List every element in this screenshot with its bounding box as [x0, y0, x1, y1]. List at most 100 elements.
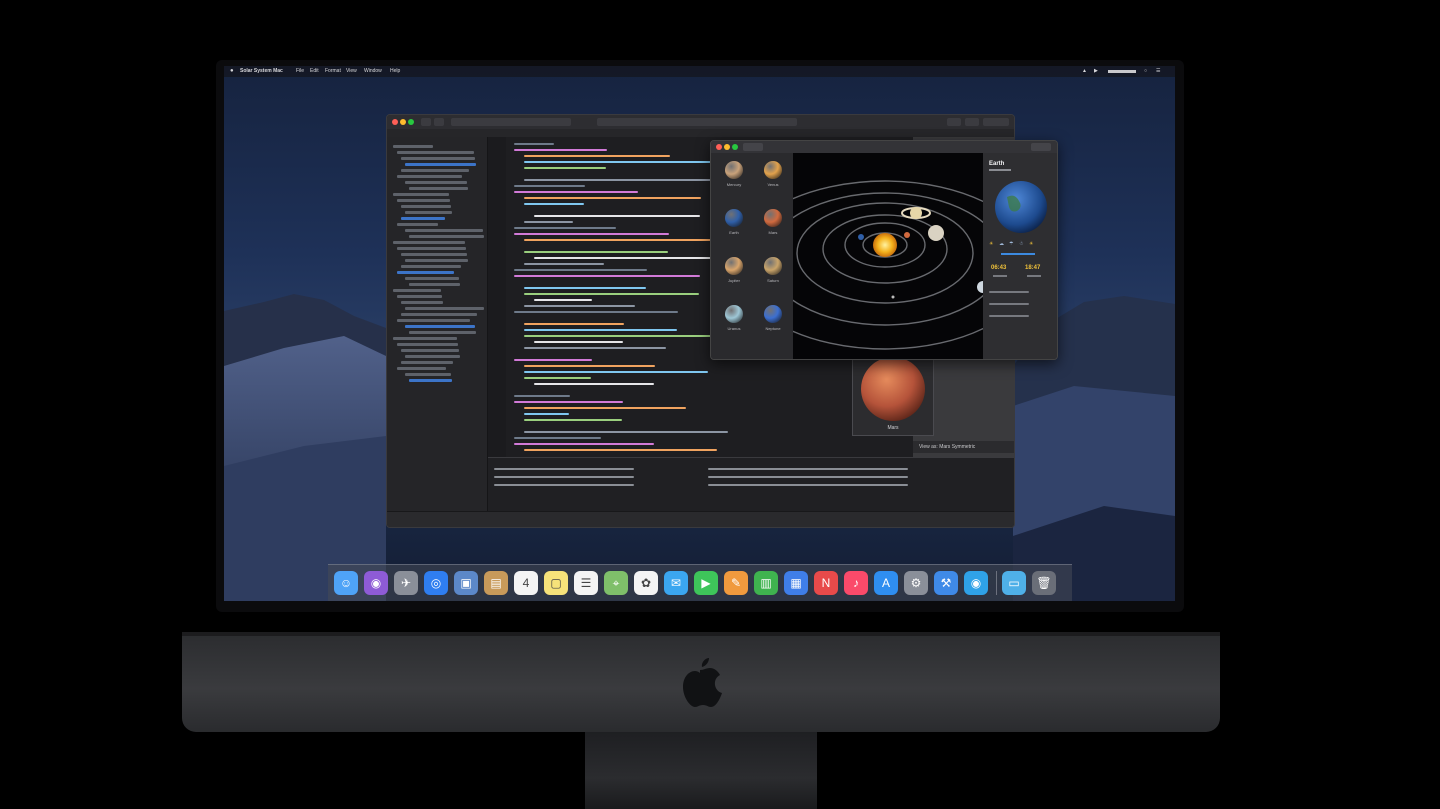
code-line[interactable]: [534, 299, 592, 301]
navigator-row[interactable]: [397, 295, 442, 298]
code-line[interactable]: [524, 329, 677, 331]
pages-icon[interactable]: ✎: [724, 571, 748, 595]
code-line[interactable]: [524, 155, 670, 157]
navigator-row[interactable]: [409, 235, 484, 238]
code-line[interactable]: [514, 149, 607, 151]
code-line[interactable]: [524, 167, 606, 169]
navigator-row[interactable]: [393, 241, 465, 244]
code-line[interactable]: [524, 293, 699, 295]
planet-cell-venus[interactable]: Venus: [754, 155, 792, 199]
solar-sidebar-toggle[interactable]: [743, 143, 763, 151]
navigator-row[interactable]: [393, 289, 441, 292]
menu-format[interactable]: Format: [325, 66, 341, 77]
code-line[interactable]: [524, 377, 591, 379]
code-line[interactable]: [514, 359, 592, 361]
navigator-row[interactable]: [405, 373, 451, 376]
photos-icon[interactable]: ✿: [634, 571, 658, 595]
solar-info-toggle[interactable]: [1031, 143, 1051, 151]
solar-zoom-icon[interactable]: [732, 144, 738, 150]
navigator-row[interactable]: [397, 271, 454, 274]
navigator-row[interactable]: [405, 211, 452, 214]
music-icon[interactable]: ♪: [844, 571, 868, 595]
navigator-row[interactable]: [397, 247, 466, 250]
navigator-row[interactable]: [401, 349, 459, 352]
navigator-row[interactable]: [405, 325, 475, 328]
code-line[interactable]: [524, 371, 708, 373]
code-line[interactable]: [514, 233, 669, 235]
planet-cell-saturn[interactable]: Saturn: [754, 251, 792, 295]
navigator-row[interactable]: [405, 307, 484, 310]
notification-center-icon[interactable]: ☰: [1156, 66, 1160, 77]
planet-grid[interactable]: Mercury Venus Earth Mars Jupiter Saturn Uranus…: [711, 153, 793, 359]
menu-help[interactable]: Help: [390, 66, 400, 77]
code-line[interactable]: [524, 365, 655, 367]
navigator-row[interactable]: [397, 223, 438, 226]
navigator-row[interactable]: [393, 145, 433, 148]
navigator-row[interactable]: [405, 355, 460, 358]
menu-file[interactable]: File: [296, 66, 304, 77]
navigator-row[interactable]: [397, 343, 458, 346]
menu-edit[interactable]: Edit: [310, 66, 319, 77]
code-line[interactable]: [524, 419, 622, 421]
navigator-row[interactable]: [397, 199, 450, 202]
code-line[interactable]: [514, 275, 700, 277]
planet-cell-uranus[interactable]: Uranus: [715, 299, 753, 343]
code-line[interactable]: [524, 197, 701, 199]
navigator-row[interactable]: [409, 379, 452, 382]
menu-window[interactable]: Window: [364, 66, 382, 77]
navigator-row[interactable]: [409, 331, 476, 334]
wifi-icon[interactable]: ▲: [1082, 66, 1087, 77]
info-link[interactable]: [1001, 253, 1035, 255]
navigator-row[interactable]: [401, 313, 477, 316]
code-line[interactable]: [514, 269, 647, 271]
finder-icon[interactable]: ☺: [334, 571, 358, 595]
navigator-row[interactable]: [393, 193, 449, 196]
clock-readout[interactable]: [1108, 70, 1136, 73]
facetime-icon[interactable]: ▶: [694, 571, 718, 595]
news-icon[interactable]: N: [814, 571, 838, 595]
code-line[interactable]: [514, 401, 623, 403]
messages-icon[interactable]: ✉: [664, 571, 688, 595]
close-icon[interactable]: [392, 119, 398, 125]
editor-mode-button[interactable]: [965, 118, 979, 126]
navigator-row[interactable]: [397, 367, 446, 370]
code-line[interactable]: [524, 161, 723, 163]
code-line[interactable]: [514, 143, 554, 145]
navigator-row[interactable]: [405, 229, 483, 232]
code-line[interactable]: [514, 437, 601, 439]
code-line[interactable]: [524, 335, 730, 337]
apple-menu-icon[interactable]: ●: [230, 66, 234, 77]
navigator-row[interactable]: [401, 169, 469, 172]
navigator-row[interactable]: [409, 283, 460, 286]
project-navigator[interactable]: [387, 137, 488, 511]
navigator-row[interactable]: [397, 151, 474, 154]
planet-cell-mercury[interactable]: Mercury: [715, 155, 753, 199]
system-preferences-icon[interactable]: ⚙: [904, 571, 928, 595]
trash-icon[interactable]: 🗑: [1032, 571, 1056, 595]
folder-icon[interactable]: ▭: [1002, 571, 1026, 595]
code-line[interactable]: [534, 341, 623, 343]
zoom-icon[interactable]: [408, 119, 414, 125]
menu-view[interactable]: View: [346, 66, 357, 77]
calendar-icon[interactable]: 4: [514, 571, 538, 595]
code-line[interactable]: [524, 179, 712, 181]
numbers-icon[interactable]: ▥: [754, 571, 778, 595]
minimize-icon[interactable]: [400, 119, 406, 125]
panel-toggle-buttons[interactable]: [983, 118, 1009, 126]
navigator-row[interactable]: [397, 319, 470, 322]
navigator-row[interactable]: [401, 205, 451, 208]
safari-icon[interactable]: ◎: [424, 571, 448, 595]
spotlight-icon[interactable]: ○: [1144, 66, 1147, 77]
navigator-row[interactable]: [405, 163, 476, 166]
solar-minimize-icon[interactable]: [724, 144, 730, 150]
code-line[interactable]: [514, 311, 678, 313]
code-line[interactable]: [534, 383, 654, 385]
code-line[interactable]: [524, 407, 686, 409]
code-line[interactable]: [524, 221, 573, 223]
code-line[interactable]: [524, 251, 668, 253]
planet-cell-jupiter[interactable]: Jupiter: [715, 251, 753, 295]
code-line[interactable]: [524, 263, 604, 265]
code-line[interactable]: [524, 239, 732, 241]
solar-system-view[interactable]: [734, 153, 1036, 359]
code-line[interactable]: [514, 443, 654, 445]
